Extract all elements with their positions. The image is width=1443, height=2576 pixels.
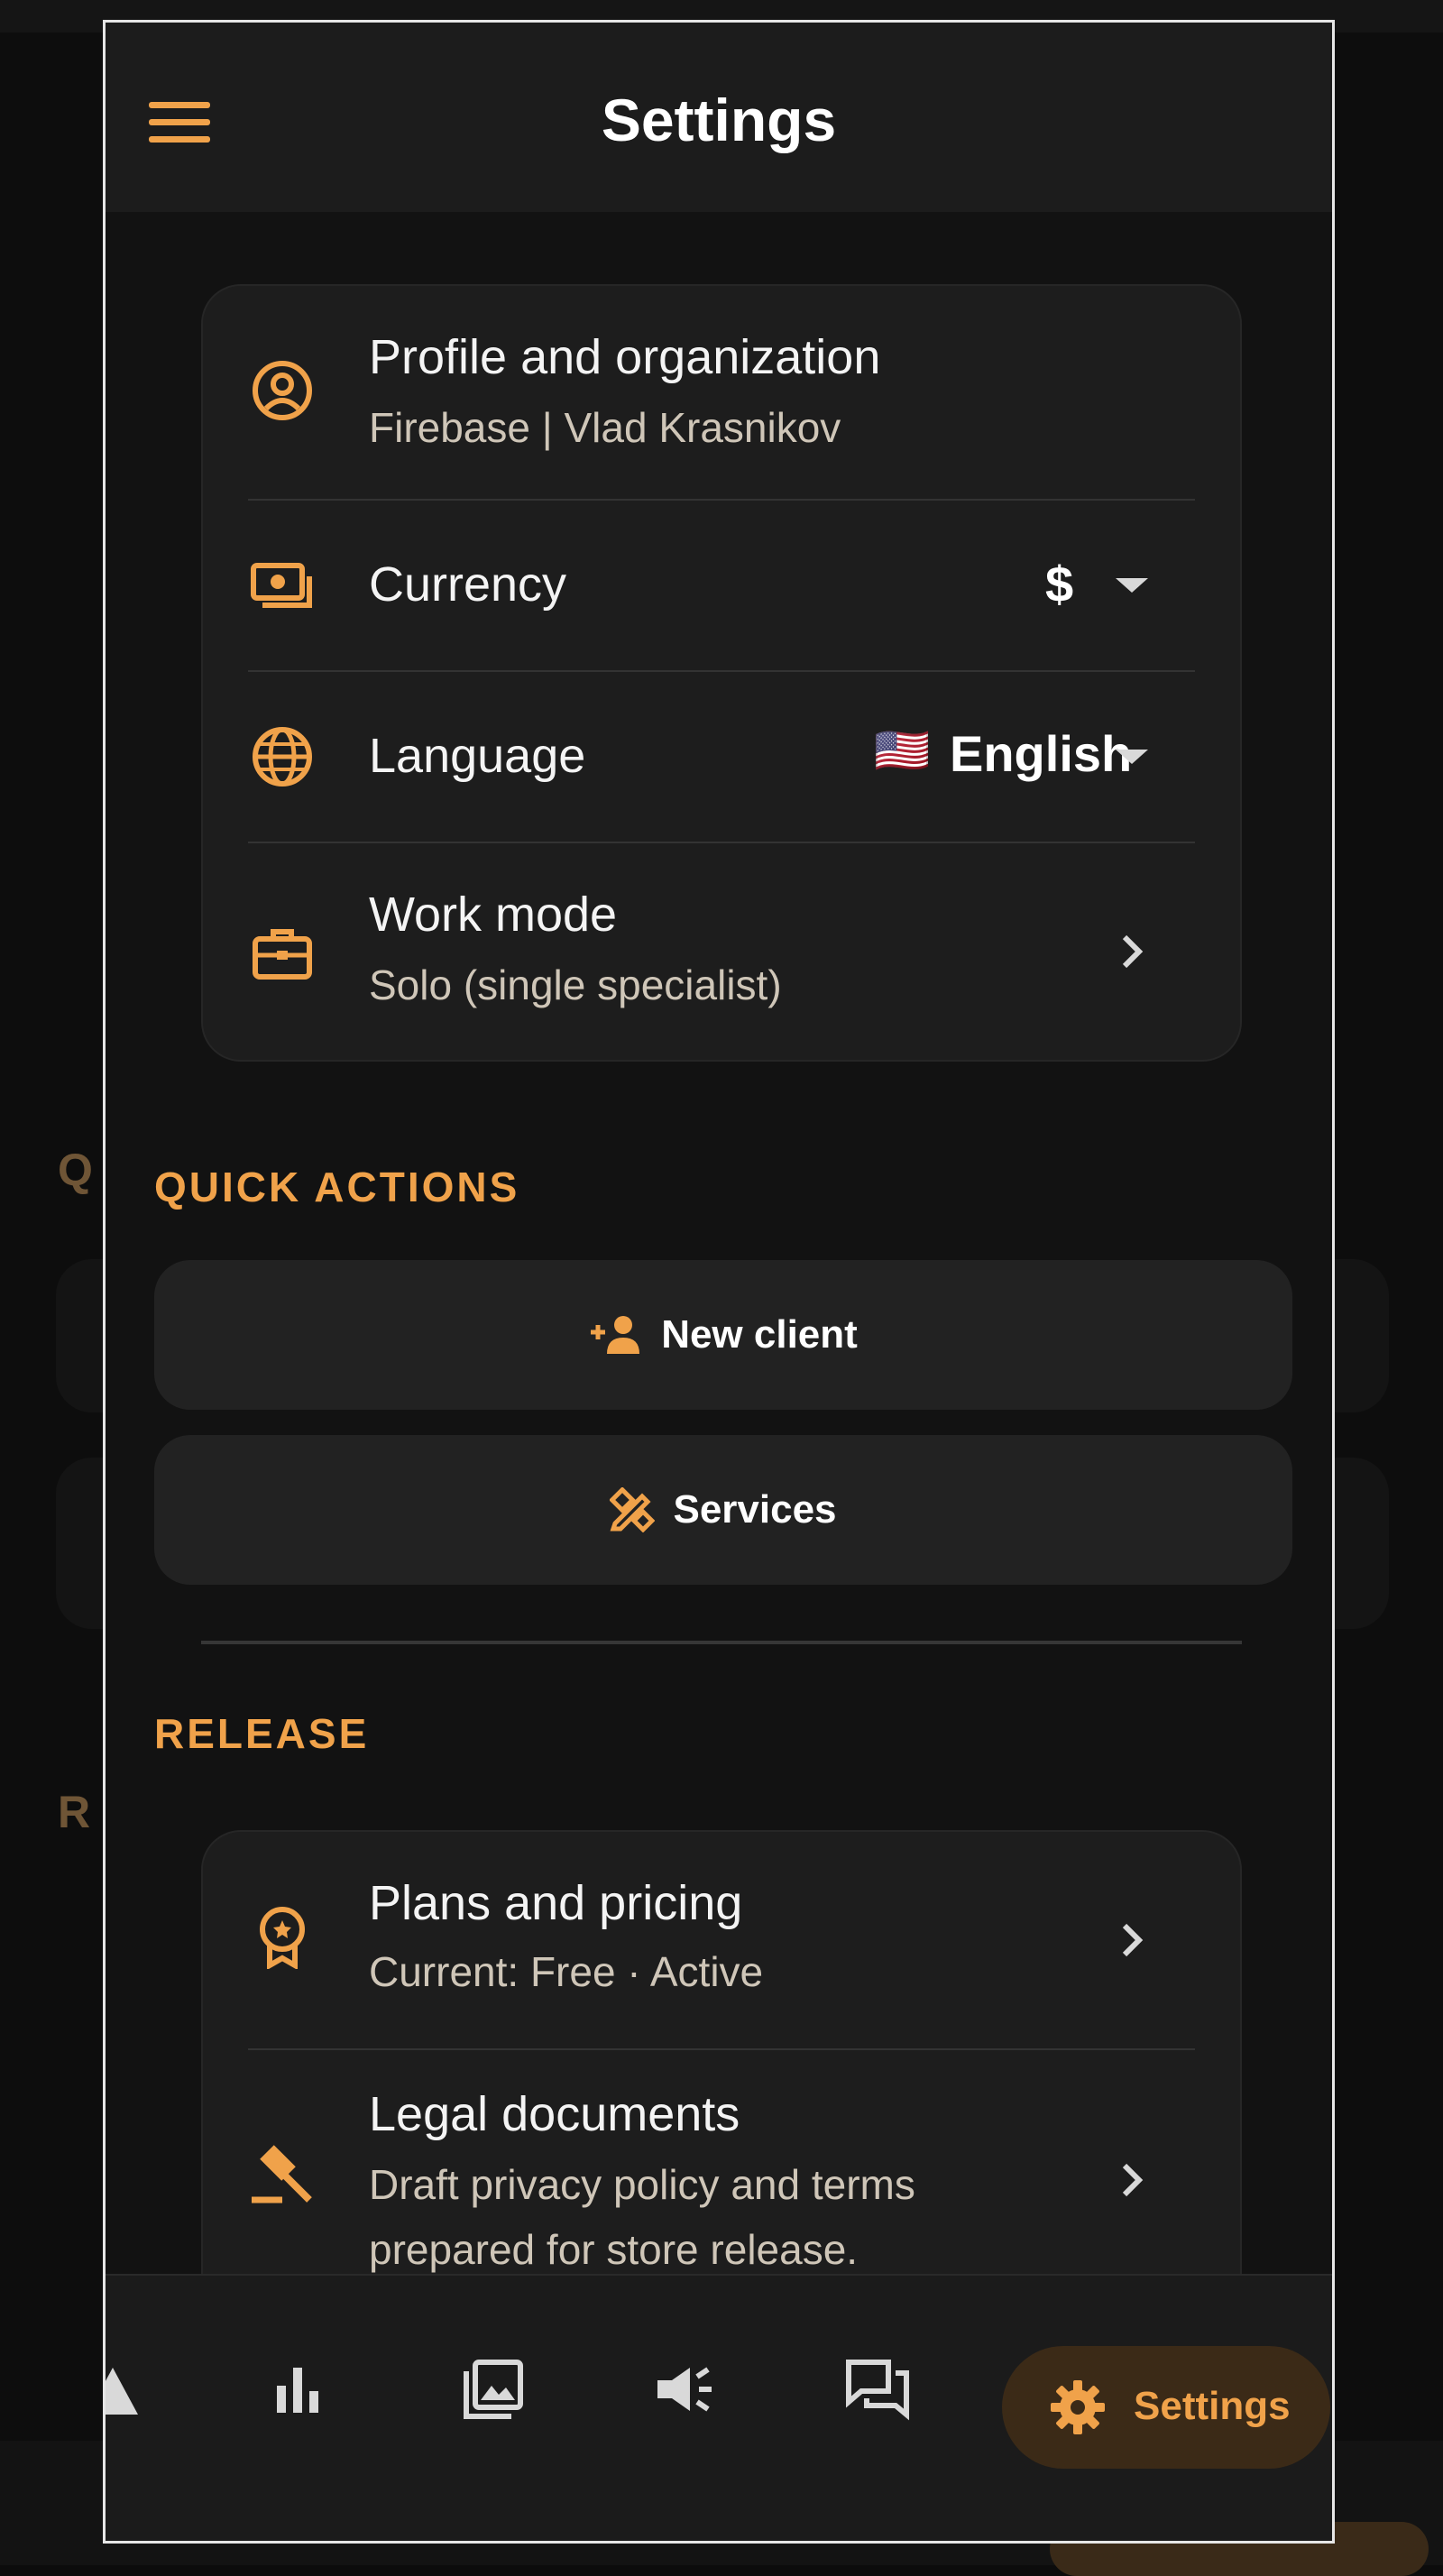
flag-icon: 🇺🇸 [874, 725, 931, 776]
dashboard-icon[interactable] [103, 2355, 147, 2424]
chevron-right-icon [1122, 934, 1144, 969]
profile-title: Profile and organization [369, 330, 881, 384]
phone-screen: Settings Profile and organization Fireba… [103, 20, 1335, 2544]
chevron-down-icon[interactable] [1116, 750, 1148, 764]
gear-icon [1051, 2380, 1105, 2434]
campaign-icon[interactable] [650, 2355, 719, 2424]
settings-card: Profile and organization Firebase | Vlad… [201, 284, 1242, 1062]
new-client-label: New client [661, 1312, 858, 1357]
bar-chart-icon[interactable] [264, 2355, 333, 2424]
currency-value[interactable]: $ [1045, 555, 1073, 613]
nav-settings-active[interactable]: Settings [1002, 2346, 1330, 2469]
legal-subtitle-line2: prepared for store release. [369, 2226, 859, 2273]
money-icon [251, 563, 312, 608]
language-row[interactable]: Language 🇺🇸 English [203, 672, 1240, 842]
profile-subtitle: Firebase | Vlad Krasnikov [369, 404, 841, 451]
chevron-right-icon [1122, 1923, 1144, 1957]
work-mode-row[interactable]: Work mode Solo (single specialist) [203, 843, 1240, 1062]
profile-row[interactable]: Profile and organization Firebase | Vlad… [203, 286, 1240, 499]
page-title: Settings [601, 87, 837, 153]
legal-subtitle-line1: Draft privacy policy and terms [369, 2161, 915, 2208]
person-add-icon [591, 1316, 640, 1354]
currency-row[interactable]: Currency $ [203, 501, 1240, 670]
plans-subtitle: Current: Free · Active [369, 1948, 764, 1995]
work-mode-title: Work mode [369, 888, 618, 942]
background-heading-release: R [58, 1787, 95, 1837]
nav-settings-label: Settings [1134, 2384, 1291, 2428]
globe-icon [253, 727, 312, 787]
gallery-icon[interactable] [459, 2355, 528, 2424]
chat-icon[interactable] [843, 2355, 912, 2424]
release-card: Plans and pricing Current: Free · Active… [201, 1830, 1242, 2335]
briefcase-icon [253, 929, 312, 980]
bottom-navigation: Settings [103, 2274, 1332, 2541]
services-button[interactable]: Services [154, 1435, 1292, 1585]
account-circle-icon [253, 361, 312, 420]
chevron-right-icon [1122, 2163, 1144, 2197]
plans-row[interactable]: Plans and pricing Current: Free · Active [203, 1832, 1240, 2048]
chevron-down-icon[interactable] [1116, 578, 1148, 593]
new-client-button[interactable]: New client [154, 1260, 1292, 1410]
design-services-icon [610, 1487, 656, 1532]
background-heading-quick: Q [58, 1145, 97, 1195]
services-label: Services [673, 1487, 837, 1532]
language-value[interactable]: English [950, 724, 1132, 783]
plans-title: Plans and pricing [369, 1876, 743, 1930]
section-divider [201, 1641, 1242, 1644]
premium-badge-icon [260, 1907, 305, 1969]
legal-title: Legal documents [369, 2087, 740, 2141]
gavel-icon [252, 2145, 312, 2203]
app-bar: Settings [106, 23, 1332, 212]
section-heading-quick-actions: QUICK ACTIONS [154, 1164, 520, 1210]
currency-title: Currency [369, 557, 567, 612]
work-mode-subtitle: Solo (single specialist) [369, 961, 782, 1008]
section-heading-release: RELEASE [154, 1710, 370, 1757]
language-title: Language [369, 729, 586, 783]
